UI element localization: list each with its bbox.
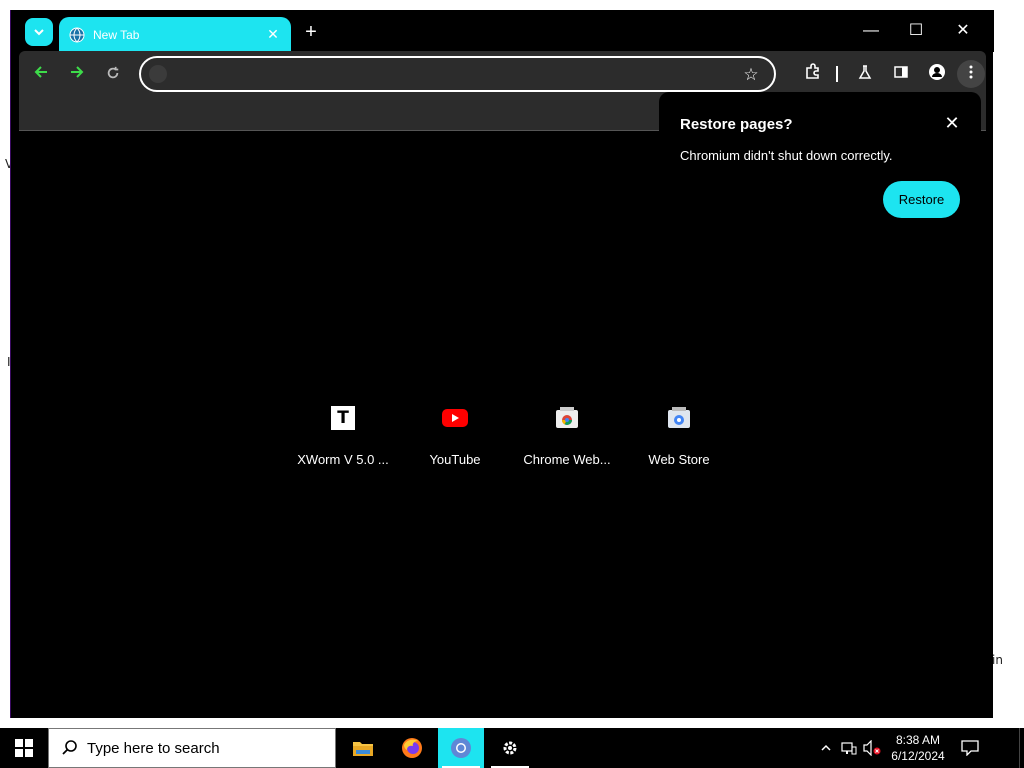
start-button[interactable]: [0, 728, 48, 768]
profile-button[interactable]: [925, 63, 949, 87]
extensions-button[interactable]: [801, 63, 825, 87]
more-vertical-icon: [969, 65, 973, 79]
network-icon: [841, 742, 857, 755]
taskbar-settings[interactable]: [487, 728, 533, 768]
chromium-icon: [451, 738, 471, 758]
dialog-message: Chromium didn't shut down correctly.: [680, 148, 893, 163]
firefox-icon: [402, 738, 422, 758]
restore-button[interactable]: Restore: [883, 181, 960, 218]
gear-icon: [503, 741, 517, 755]
clock-time: 8:38 AM: [895, 733, 941, 747]
taskbar-file-explorer[interactable]: [340, 728, 386, 768]
title-bar: New Tab ✕ + — ☐ ✕: [11, 10, 994, 52]
letter-t-icon: T: [319, 394, 367, 442]
shortcut-tile[interactable]: Chrome Web...: [511, 394, 623, 484]
desktop-text-fragment: in: [992, 653, 1003, 667]
menu-button[interactable]: [957, 60, 985, 88]
tab-search-button[interactable]: [25, 18, 53, 46]
new-tab-button[interactable]: +: [299, 20, 323, 44]
arrow-left-icon: [34, 66, 47, 78]
flask-icon: [858, 65, 872, 79]
shortcut-label: Web Store: [648, 452, 710, 467]
youtube-icon: [431, 394, 479, 442]
search-icon: [62, 740, 77, 755]
taskbar-chromium[interactable]: [438, 728, 484, 768]
taskbar-clock[interactable]: 8:38 AM 6/12/2024: [888, 732, 948, 764]
chrome-web-store-icon: [543, 394, 591, 442]
close-window-button[interactable]: ✕: [948, 18, 978, 44]
volume-tray-icon[interactable]: [860, 728, 884, 768]
browser-window: New Tab ✕ + — ☐ ✕ ☆ T XWorm V 5.0 ... Yo…: [10, 10, 994, 718]
site-info-icon[interactable]: [149, 65, 167, 83]
back-button[interactable]: [29, 63, 53, 87]
shortcut-label: YouTube: [429, 452, 481, 467]
show-hidden-icons-button[interactable]: [814, 728, 838, 768]
chevron-down-icon: [34, 29, 44, 36]
shortcut-tile[interactable]: Web Store: [623, 394, 735, 484]
shortcut-label: XWorm V 5.0 ...: [297, 452, 389, 467]
side-panel-button[interactable]: [889, 63, 913, 87]
restore-pages-dialog: Restore pages? Chromium didn't shut down…: [659, 92, 981, 240]
close-icon[interactable]: ✕: [941, 112, 963, 134]
reload-button[interactable]: [101, 63, 125, 87]
notification-icon: [961, 740, 979, 756]
tab-close-icon[interactable]: ✕: [265, 26, 281, 43]
chevron-up-icon: [821, 744, 831, 751]
shortcut-tile[interactable]: YouTube: [399, 394, 511, 484]
forward-button[interactable]: [65, 63, 89, 87]
speaker-muted-icon: [863, 740, 881, 756]
tab-title: New Tab: [93, 27, 140, 42]
toolbar: ☆: [19, 51, 986, 97]
show-desktop-button[interactable]: [1019, 728, 1024, 768]
shortcut-label: Chrome Web...: [523, 452, 611, 467]
notifications-button[interactable]: [955, 728, 985, 768]
account-icon: [929, 64, 945, 80]
minimize-button[interactable]: —: [856, 18, 886, 44]
windows-logo-icon: [15, 739, 33, 757]
side-panel-icon: [894, 66, 908, 78]
reload-icon: [107, 66, 119, 79]
taskbar-firefox[interactable]: [389, 728, 435, 768]
dialog-title: Restore pages?: [680, 116, 793, 133]
tab-new-tab[interactable]: New Tab ✕: [59, 17, 291, 52]
puzzle-icon: [806, 63, 819, 79]
clock-date: 6/12/2024: [891, 749, 945, 763]
folder-icon: [353, 742, 373, 756]
bookmark-star-icon[interactable]: ☆: [740, 64, 762, 86]
address-bar[interactable]: ☆: [139, 56, 776, 92]
taskbar: Type here to search 8:38 AM 6/12/2024: [0, 728, 1024, 768]
globe-icon: [69, 27, 85, 42]
address-input[interactable]: [175, 64, 715, 86]
labs-button[interactable]: [853, 63, 877, 87]
network-tray-icon[interactable]: [838, 728, 860, 768]
toolbar-separator: [836, 66, 838, 82]
arrow-right-icon: [71, 66, 84, 78]
shortcut-tile[interactable]: T XWorm V 5.0 ...: [287, 394, 399, 484]
taskbar-search-box[interactable]: Type here to search: [48, 728, 336, 768]
web-store-icon: [655, 394, 703, 442]
maximize-button[interactable]: ☐: [901, 18, 931, 44]
search-placeholder: Type here to search: [87, 739, 220, 757]
